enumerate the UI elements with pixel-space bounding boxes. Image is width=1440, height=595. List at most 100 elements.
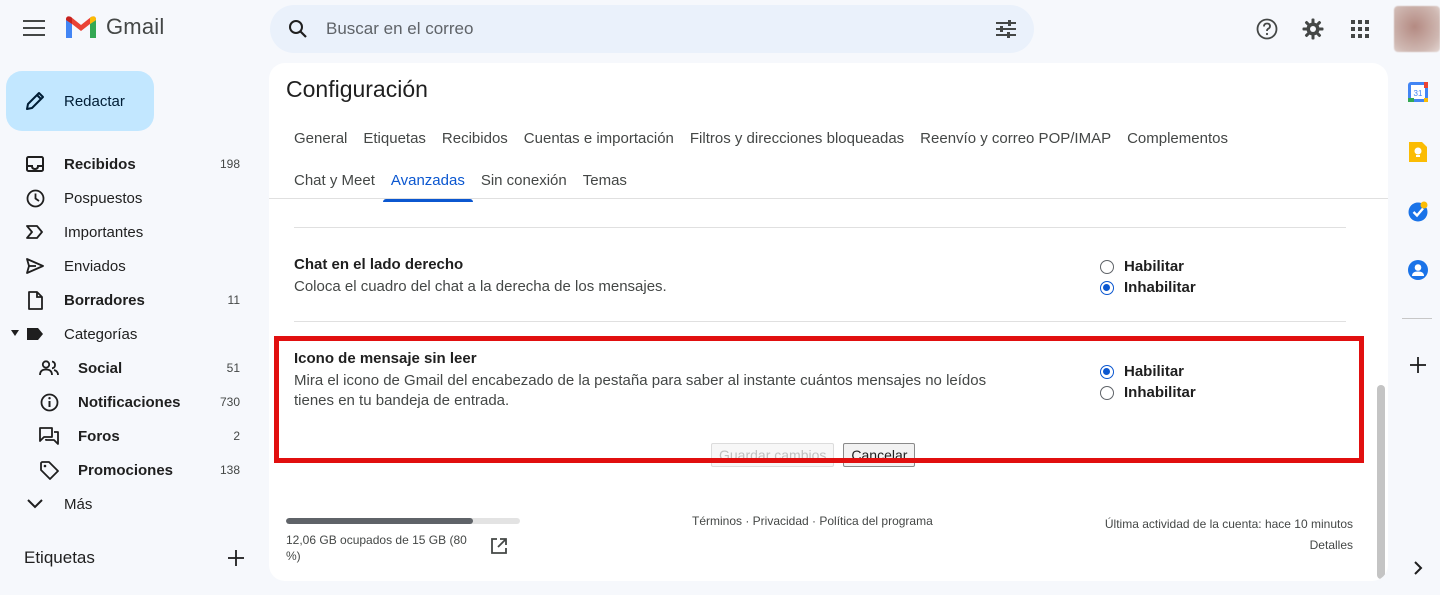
get-addons-button[interactable] bbox=[1406, 353, 1430, 377]
tab-recibidos[interactable]: Recibidos bbox=[434, 117, 516, 159]
contacts-icon bbox=[1408, 260, 1428, 280]
sidebar-item-more[interactable]: Más bbox=[0, 487, 256, 521]
settings-tabs: General Etiquetas Recibidos Cuentas e impor… bbox=[286, 117, 1376, 202]
tab-cuentas-e-importación[interactable]: Cuentas e importación bbox=[516, 117, 682, 159]
form-actions: Guardar cambios Cancelar bbox=[711, 443, 916, 467]
sidebar-item-snoozed[interactable]: Pospuestos bbox=[0, 181, 256, 215]
search-input[interactable] bbox=[326, 19, 978, 39]
calendar-icon: 31 bbox=[1408, 82, 1428, 102]
details-link[interactable]: Detalles bbox=[1105, 535, 1353, 556]
search-button[interactable] bbox=[270, 19, 326, 39]
setting-description: Coloca el cuadro del chat a la derecha d… bbox=[294, 278, 667, 295]
compose-button[interactable]: Redactar bbox=[6, 71, 154, 131]
gmail-logo[interactable]: Gmail bbox=[64, 14, 164, 40]
chevron-down-icon bbox=[24, 493, 46, 515]
save-changes-button[interactable]: Guardar cambios bbox=[711, 443, 835, 467]
scrollbar-thumb[interactable] bbox=[1377, 385, 1385, 579]
labels-section-header: Etiquetas bbox=[24, 548, 244, 568]
tune-icon bbox=[996, 20, 1016, 38]
chat-right-disable-radio[interactable] bbox=[1100, 280, 1114, 295]
open-in-new-icon bbox=[491, 538, 507, 554]
important-marker-icon bbox=[24, 221, 46, 243]
sidebar-item-updates[interactable]: Notificaciones 730 bbox=[0, 385, 256, 419]
search-icon bbox=[289, 20, 307, 38]
labels-heading: Etiquetas bbox=[24, 548, 95, 567]
last-activity-text: Última actividad de la cuenta: hace 10 m… bbox=[1104, 517, 1353, 531]
keep-app-button[interactable] bbox=[1406, 140, 1430, 164]
label-tag-icon bbox=[24, 323, 46, 345]
sidebar-item-inbox[interactable]: Recibidos 198 bbox=[0, 147, 256, 181]
apps-button[interactable] bbox=[1340, 9, 1380, 49]
sidebar-nav: Recibidos 198 Pospuestos Importantes Env… bbox=[0, 147, 256, 521]
storage-bar-fill bbox=[286, 518, 474, 524]
keep-icon bbox=[1409, 142, 1427, 162]
hide-side-panel-button[interactable] bbox=[1406, 556, 1430, 580]
search-bar[interactable] bbox=[270, 5, 1034, 53]
inbox-icon bbox=[24, 153, 46, 175]
main-menu-button[interactable] bbox=[14, 8, 54, 48]
tabs-row-1: General Etiquetas Recibidos Cuentas e impor… bbox=[286, 117, 1376, 159]
sidebar-item-drafts[interactable]: Borradores 11 bbox=[0, 283, 256, 317]
chevron-right-icon bbox=[1413, 561, 1422, 575]
tab-reenvío-y-correo-pop-imap[interactable]: Reenvío y correo POP/IMAP bbox=[912, 117, 1119, 159]
people-icon bbox=[38, 357, 60, 379]
tabs-divider bbox=[269, 198, 1388, 199]
side-apps-rail: 31 bbox=[1394, 0, 1440, 595]
gmail-m-icon bbox=[66, 16, 96, 38]
tab-chat-y-meet[interactable]: Chat y Meet bbox=[286, 159, 383, 201]
tab-sin-conexión[interactable]: Sin conexión bbox=[473, 159, 575, 201]
sidebar-item-forums[interactable]: Foros 2 bbox=[0, 419, 256, 453]
expand-arrow-icon[interactable] bbox=[11, 330, 19, 336]
settings-button[interactable] bbox=[1293, 9, 1333, 49]
chat-right-options: Habilitar Inhabilitar bbox=[1100, 256, 1196, 298]
unread-icon-disable-radio[interactable] bbox=[1100, 385, 1114, 400]
pencil-icon bbox=[26, 92, 44, 110]
help-button[interactable] bbox=[1247, 9, 1287, 49]
plus-icon bbox=[1410, 357, 1426, 373]
hamburger-menu-icon bbox=[23, 20, 45, 36]
compose-label: Redactar bbox=[64, 92, 125, 110]
sidebar-item-categories[interactable]: Categorías bbox=[0, 317, 256, 351]
setting-description: Mira el icono de Gmail del encabezado de… bbox=[294, 372, 987, 409]
apps-grid-icon bbox=[1351, 20, 1369, 38]
settings-panel: Configuración General Etiquetas Recibidos C… bbox=[269, 63, 1388, 581]
footer-links[interactable]: Términos · Privacidad · Política del pro… bbox=[692, 514, 933, 528]
price-tag-icon bbox=[38, 459, 60, 481]
chat-right-enable-radio[interactable] bbox=[1100, 259, 1114, 274]
manage-storage-link[interactable] bbox=[490, 537, 510, 557]
account-activity: Última actividad de la cuenta: hace 10 m… bbox=[1105, 514, 1353, 556]
chat-right-disable-option[interactable]: Inhabilitar bbox=[1100, 277, 1196, 298]
search-options-button[interactable] bbox=[978, 20, 1034, 38]
sidebar-item-sent[interactable]: Enviados bbox=[0, 249, 256, 283]
sidebar-item-important[interactable]: Importantes bbox=[0, 215, 256, 249]
tab-filtros-y-direcciones-bloqueadas[interactable]: Filtros y direcciones bloqueadas bbox=[682, 117, 912, 159]
setting-chat-right: Chat en el lado derecho Coloca el cuadro… bbox=[294, 256, 1346, 297]
tab-complementos[interactable]: Complementos bbox=[1119, 117, 1236, 159]
calendar-app-button[interactable]: 31 bbox=[1406, 80, 1430, 104]
clock-icon bbox=[24, 187, 46, 209]
tab-temas[interactable]: Temas bbox=[575, 159, 635, 201]
setting-unread-icon: Icono de mensaje sin leer Mira el icono … bbox=[294, 350, 1346, 411]
chat-right-enable-option[interactable]: Habilitar bbox=[1100, 256, 1196, 277]
unread-icon-enable-radio[interactable] bbox=[1100, 364, 1114, 379]
tasks-app-button[interactable] bbox=[1406, 200, 1430, 224]
draft-file-icon bbox=[24, 289, 46, 311]
gear-icon bbox=[1302, 18, 1324, 40]
unread-icon-enable-option[interactable]: Habilitar bbox=[1100, 361, 1196, 382]
storage-text: 12,06 GB ocupados de 15 GB (80 %) bbox=[286, 533, 467, 563]
sidebar-item-promotions[interactable]: Promociones 138 bbox=[0, 453, 256, 487]
cancel-button[interactable]: Cancelar bbox=[843, 443, 916, 467]
app-name: Gmail bbox=[106, 14, 165, 39]
unread-count: 198 bbox=[219, 157, 240, 171]
storage-bar bbox=[286, 518, 520, 524]
contacts-app-button[interactable] bbox=[1406, 258, 1430, 282]
sidebar-item-social[interactable]: Social 51 bbox=[0, 351, 256, 385]
setting-divider bbox=[294, 227, 1346, 228]
rail-divider bbox=[1402, 318, 1432, 319]
tab-general[interactable]: General bbox=[286, 117, 355, 159]
forum-icon bbox=[38, 425, 60, 447]
tab-avanzadas[interactable]: Avanzadas bbox=[382, 159, 473, 202]
tab-etiquetas[interactable]: Etiquetas bbox=[355, 117, 434, 159]
unread-icon-disable-option[interactable]: Inhabilitar bbox=[1100, 382, 1196, 403]
plus-icon[interactable] bbox=[228, 550, 244, 566]
